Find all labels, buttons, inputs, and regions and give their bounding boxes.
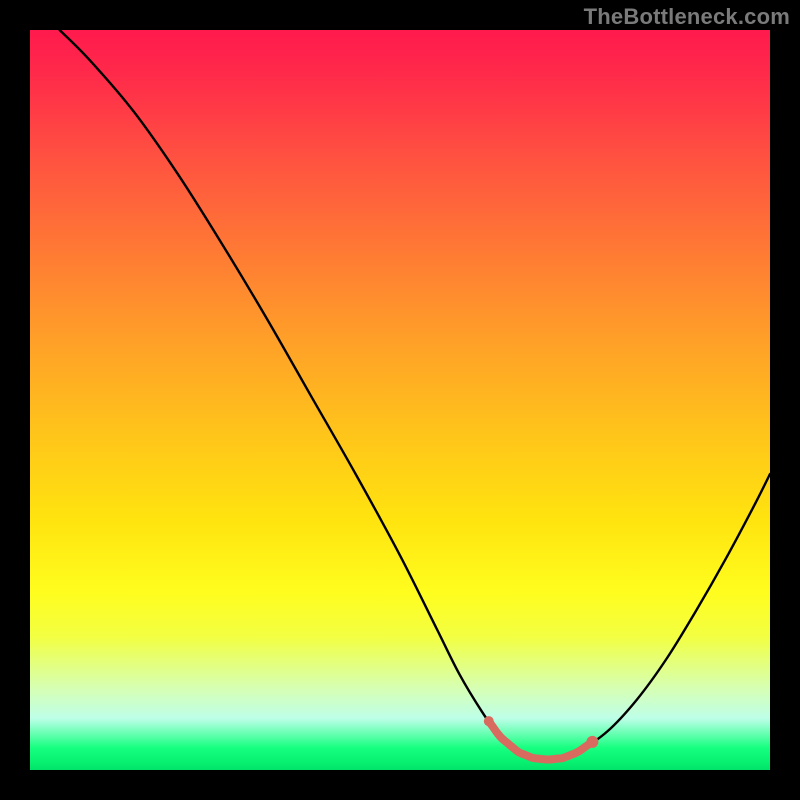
chart-container: TheBottleneck.com	[0, 0, 800, 800]
curve-overlay	[30, 30, 770, 770]
attribution-text: TheBottleneck.com	[584, 4, 790, 30]
optimal-end-dot	[586, 736, 598, 748]
optimal-range-highlight	[489, 721, 593, 759]
bottleneck-curve	[60, 30, 770, 760]
optimal-start-dot	[484, 716, 494, 726]
